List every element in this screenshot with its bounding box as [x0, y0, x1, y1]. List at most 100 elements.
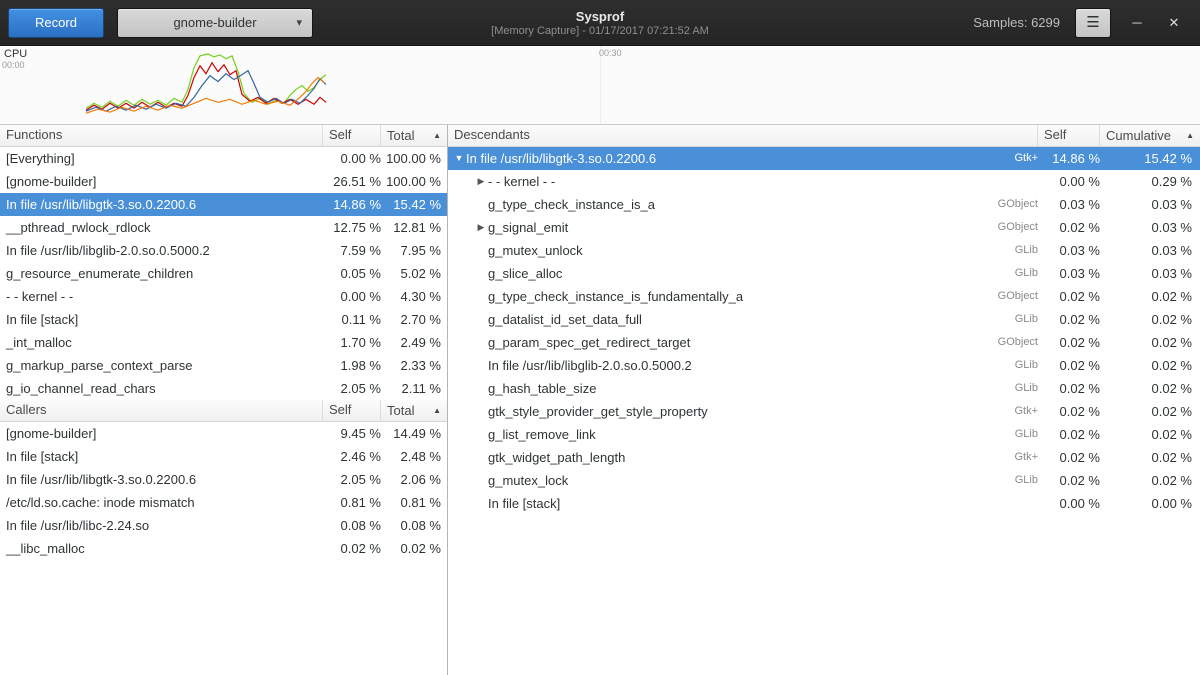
cumulative-percent: 15.42 % [1106, 147, 1200, 170]
callers-header: Callers Self Total ▲ [0, 400, 447, 422]
cumulative-percent: 0.29 % [1106, 170, 1200, 193]
column-header-functions[interactable]: Functions [0, 125, 323, 146]
self-percent: 0.08 % [331, 514, 385, 537]
column-header-descendants[interactable]: Descendants [448, 125, 1038, 146]
cumulative-percent: 0.03 % [1106, 193, 1200, 216]
table-row[interactable]: __pthread_rwlock_rdlock12.75 %12.81 % [0, 216, 447, 239]
function-name: g_param_spec_get_redirect_target [488, 331, 998, 354]
expander-icon[interactable]: ▶ [474, 170, 488, 193]
total-percent: 15.42 % [385, 193, 447, 216]
record-button[interactable]: Record [8, 8, 104, 38]
self-percent: 0.00 % [331, 147, 385, 170]
column-header-self[interactable]: Self [323, 400, 381, 421]
library-tag: GLib [1015, 354, 1050, 377]
function-name: _int_malloc [0, 331, 331, 354]
minimize-button[interactable]: ─ [1126, 15, 1148, 30]
self-percent: 7.59 % [331, 239, 385, 262]
table-row[interactable]: [gnome-builder]26.51 %100.00 % [0, 170, 447, 193]
descendants-header: Descendants Self Cumulative ▲ [448, 125, 1200, 147]
cpu-label: CPU [4, 48, 27, 60]
table-row[interactable]: [Everything]0.00 %100.00 % [0, 147, 447, 170]
chevron-down-icon: ▾ [296, 16, 302, 29]
tree-row[interactable]: g_datalist_id_set_data_fullGLib0.02 %0.0… [448, 308, 1200, 331]
column-header-total[interactable]: Total ▲ [381, 125, 447, 146]
tree-row[interactable]: In file /usr/lib/libglib-2.0.so.0.5000.2… [448, 354, 1200, 377]
tree-row[interactable]: gtk_style_provider_get_style_propertyGtk… [448, 400, 1200, 423]
table-row[interactable]: In file /usr/lib/libgtk-3.so.0.2200.614.… [0, 193, 447, 216]
tree-row[interactable]: g_slice_allocGLib0.03 %0.03 % [448, 262, 1200, 285]
total-percent: 2.06 % [385, 468, 447, 491]
self-percent: 0.02 % [1050, 331, 1106, 354]
expander-icon[interactable]: ▼ [452, 147, 466, 170]
table-row[interactable]: - - kernel - -0.00 %4.30 % [0, 285, 447, 308]
menu-button[interactable]: ☰ [1075, 8, 1111, 38]
self-percent: 0.02 % [1050, 354, 1106, 377]
table-row[interactable]: /etc/ld.so.cache: inode mismatch0.81 %0.… [0, 491, 447, 514]
cumulative-percent: 0.02 % [1106, 400, 1200, 423]
total-percent: 0.81 % [385, 491, 447, 514]
table-row[interactable]: __libc_malloc0.02 %0.02 % [0, 537, 447, 560]
table-row[interactable]: g_markup_parse_context_parse1.98 %2.33 % [0, 354, 447, 377]
column-header-callers[interactable]: Callers [0, 400, 323, 421]
table-row[interactable]: In file [stack]0.11 %2.70 % [0, 308, 447, 331]
total-percent: 2.49 % [385, 331, 447, 354]
column-header-self[interactable]: Self [323, 125, 381, 146]
table-row[interactable]: g_io_channel_read_chars2.05 %2.11 % [0, 377, 447, 400]
tree-row[interactable]: ▼In file /usr/lib/libgtk-3.so.0.2200.6Gt… [448, 147, 1200, 170]
table-row[interactable]: _int_malloc1.70 %2.49 % [0, 331, 447, 354]
tree-row[interactable]: gtk_widget_path_lengthGtk+0.02 %0.02 % [448, 446, 1200, 469]
column-header-self[interactable]: Self [1038, 125, 1100, 146]
function-name: gtk_widget_path_length [488, 446, 1014, 469]
table-row[interactable]: g_resource_enumerate_children0.05 %5.02 … [0, 262, 447, 285]
function-name: [gnome-builder] [0, 170, 331, 193]
library-tag: GLib [1015, 262, 1050, 285]
cumulative-percent: 0.03 % [1106, 216, 1200, 239]
total-percent: 5.02 % [385, 262, 447, 285]
table-row[interactable]: In file /usr/lib/libglib-2.0.so.0.5000.2… [0, 239, 447, 262]
total-percent: 7.95 % [385, 239, 447, 262]
table-row[interactable]: In file [stack]2.46 %2.48 % [0, 445, 447, 468]
tree-row[interactable]: g_param_spec_get_redirect_targetGObject0… [448, 331, 1200, 354]
function-name: gtk_style_provider_get_style_property [488, 400, 1014, 423]
function-name: g_type_check_instance_is_fundamentally_a [488, 285, 998, 308]
left-panel: Functions Self Total ▲ [Everything]0.00 … [0, 125, 448, 675]
total-percent: 2.48 % [385, 445, 447, 468]
sort-indicator-icon: ▲ [433, 126, 441, 146]
total-percent: 100.00 % [385, 170, 447, 193]
library-tag: GObject [998, 331, 1050, 354]
tree-row[interactable]: In file [stack]0.00 %0.00 % [448, 492, 1200, 515]
self-percent: 2.05 % [331, 468, 385, 491]
function-name: g_mutex_lock [488, 469, 1015, 492]
cumulative-percent: 0.02 % [1106, 331, 1200, 354]
self-percent: 0.03 % [1050, 262, 1106, 285]
tree-row[interactable]: g_type_check_instance_is_aGObject0.03 %0… [448, 193, 1200, 216]
tree-row[interactable]: g_hash_table_sizeGLib0.02 %0.02 % [448, 377, 1200, 400]
function-name: g_slice_alloc [488, 262, 1015, 285]
tree-row[interactable]: ▶- - kernel - -0.00 %0.29 % [448, 170, 1200, 193]
tree-row[interactable]: g_type_check_instance_is_fundamentally_a… [448, 285, 1200, 308]
table-row[interactable]: In file /usr/lib/libgtk-3.so.0.2200.62.0… [0, 468, 447, 491]
tree-row[interactable]: ▶g_signal_emitGObject0.02 %0.03 % [448, 216, 1200, 239]
expander-icon[interactable]: ▶ [474, 216, 488, 239]
function-name: In file [stack] [488, 492, 1038, 515]
total-percent: 0.02 % [385, 537, 447, 560]
cumulative-percent: 0.02 % [1106, 469, 1200, 492]
column-header-cumulative[interactable]: Cumulative ▲ [1100, 125, 1200, 146]
cpu-graph[interactable]: CPU 00:00 00:30 [0, 46, 1200, 125]
cpu-series-cpu3 [86, 78, 324, 114]
column-header-total[interactable]: Total ▲ [381, 400, 447, 421]
tree-row[interactable]: g_list_remove_linkGLib0.02 %0.02 % [448, 423, 1200, 446]
target-dropdown[interactable]: gnome-builder ▾ [117, 8, 313, 38]
close-button[interactable]: ✕ [1163, 15, 1185, 31]
table-row[interactable]: [gnome-builder]9.45 %14.49 % [0, 422, 447, 445]
self-percent: 0.00 % [1050, 170, 1106, 193]
column-header-cumulative-label: Cumulative [1106, 126, 1171, 146]
titlebar-right: Samples: 6299 ☰ ─ ✕ [973, 8, 1200, 38]
self-percent: 0.00 % [331, 285, 385, 308]
self-percent: 0.02 % [1050, 469, 1106, 492]
tree-row[interactable]: g_mutex_lockGLib0.02 %0.02 % [448, 469, 1200, 492]
table-row[interactable]: In file /usr/lib/libc-2.24.so0.08 %0.08 … [0, 514, 447, 537]
self-percent: 14.86 % [331, 193, 385, 216]
sort-indicator-icon: ▲ [433, 401, 441, 421]
tree-row[interactable]: g_mutex_unlockGLib0.03 %0.03 % [448, 239, 1200, 262]
